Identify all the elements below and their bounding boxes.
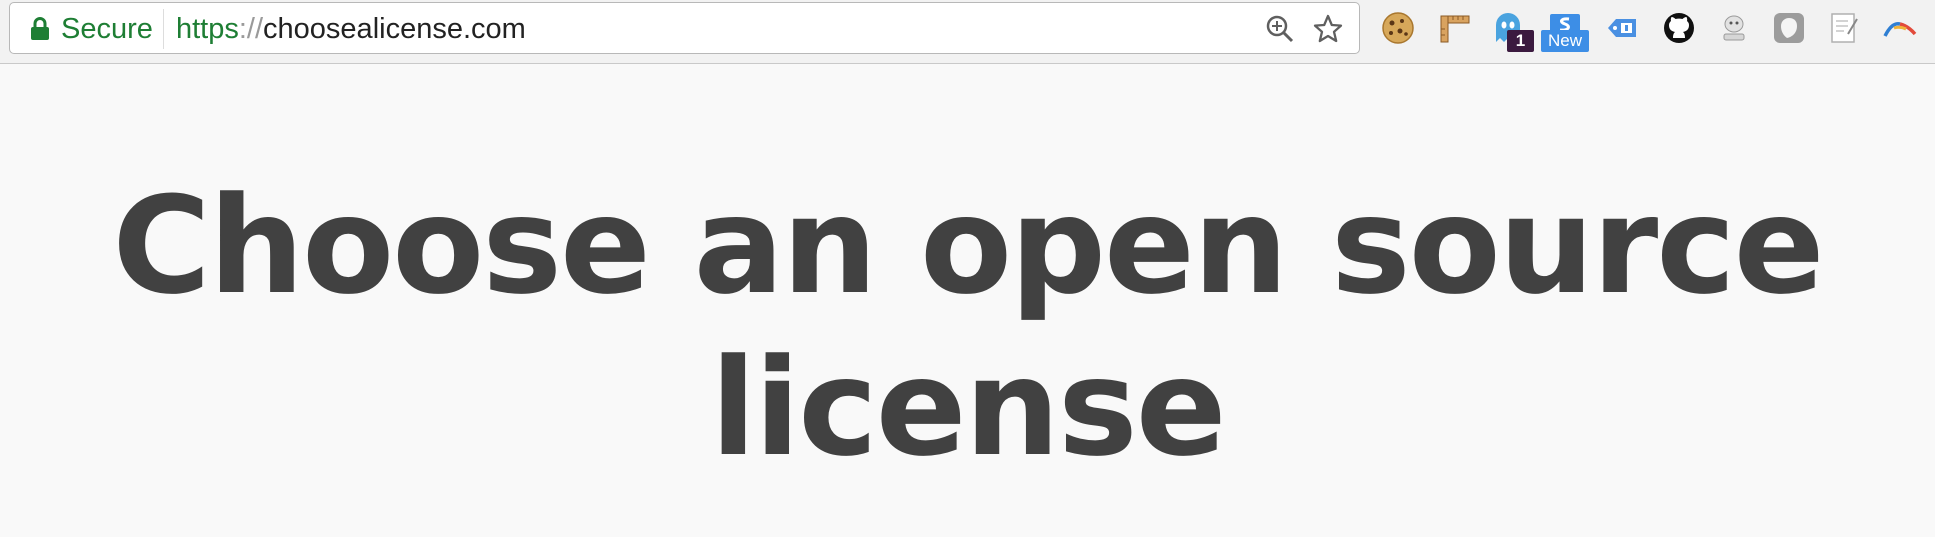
url-host: choosealicense.com	[263, 13, 526, 45]
page-title: Choose an open source license	[112, 168, 1824, 486]
security-label[interactable]: Secure	[61, 14, 153, 44]
ghostery-badge: 1	[1507, 30, 1534, 52]
zoom-icon[interactable]	[1265, 14, 1295, 44]
tag-extension-icon[interactable]	[1604, 10, 1640, 46]
mascot-extension-icon[interactable]	[1716, 10, 1752, 46]
browser-toolbar: Secure https://choosealicense.com 1 New	[0, 0, 1935, 64]
url-separator: ://	[238, 13, 264, 45]
cookie-extension-icon[interactable]	[1380, 10, 1416, 46]
url-divider	[163, 9, 164, 49]
stylish-badge: New	[1541, 30, 1589, 52]
rainbow-extension-icon[interactable]	[1882, 10, 1918, 46]
github-extension-icon[interactable]	[1661, 10, 1697, 46]
notes-extension-icon[interactable]	[1826, 10, 1862, 46]
url-scheme: https	[176, 13, 239, 45]
ruler-extension-icon[interactable]	[1437, 10, 1473, 46]
url-text[interactable]: https://choosealicense.com	[176, 14, 526, 44]
address-bar[interactable]: Secure https://choosealicense.com	[9, 2, 1360, 54]
shield-extension-icon[interactable]	[1771, 10, 1807, 46]
bookmark-star-icon[interactable]	[1312, 13, 1344, 45]
lock-icon[interactable]	[30, 17, 50, 41]
